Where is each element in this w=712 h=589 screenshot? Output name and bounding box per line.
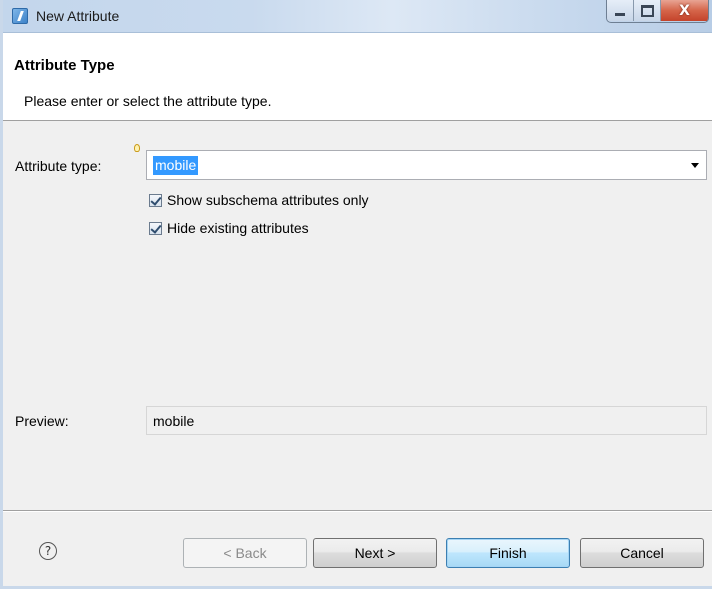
lightbulb-icon bbox=[134, 144, 140, 152]
help-icon[interactable]: ? bbox=[39, 542, 57, 560]
close-icon: X bbox=[679, 2, 690, 19]
hide-existing-label[interactable]: Hide existing attributes bbox=[167, 220, 309, 236]
minimize-button[interactable] bbox=[607, 0, 634, 21]
preview-label: Preview: bbox=[15, 413, 69, 429]
minimize-icon bbox=[615, 12, 625, 16]
maximize-button[interactable] bbox=[634, 0, 661, 21]
title-bar[interactable]: New Attribute X bbox=[3, 0, 712, 33]
next-button[interactable]: Next > bbox=[313, 538, 437, 568]
finish-button[interactable]: Finish bbox=[446, 538, 570, 568]
window-title: New Attribute bbox=[36, 8, 120, 24]
show-subschema-checkbox[interactable] bbox=[149, 193, 162, 207]
page-description: Please enter or select the attribute typ… bbox=[24, 93, 272, 109]
attribute-type-combo[interactable]: mobile bbox=[146, 150, 707, 180]
maximize-icon bbox=[640, 4, 654, 17]
hide-existing-row[interactable]: Hide existing attributes bbox=[149, 220, 309, 236]
chevron-down-icon[interactable] bbox=[691, 163, 699, 168]
cancel-button[interactable]: Cancel bbox=[580, 538, 704, 568]
window-controls: X bbox=[606, 0, 709, 23]
preview-value: mobile bbox=[153, 413, 195, 429]
footer-separator bbox=[3, 510, 712, 512]
show-subschema-label[interactable]: Show subschema attributes only bbox=[167, 192, 369, 208]
hide-existing-checkbox[interactable] bbox=[149, 221, 162, 235]
show-subschema-row[interactable]: Show subschema attributes only bbox=[149, 192, 369, 208]
new-attribute-dialog: New Attribute X Attribute Type Please en… bbox=[0, 0, 712, 589]
wizard-app-icon bbox=[12, 8, 28, 24]
wizard-header: Attribute Type Please enter or select th… bbox=[3, 33, 712, 121]
attribute-type-value[interactable]: mobile bbox=[153, 156, 199, 175]
attribute-type-label: Attribute type: bbox=[15, 158, 102, 174]
close-button[interactable]: X bbox=[661, 0, 708, 21]
preview-field: mobile bbox=[146, 406, 707, 435]
page-title: Attribute Type bbox=[14, 57, 115, 74]
back-button[interactable]: < Back bbox=[183, 538, 307, 568]
